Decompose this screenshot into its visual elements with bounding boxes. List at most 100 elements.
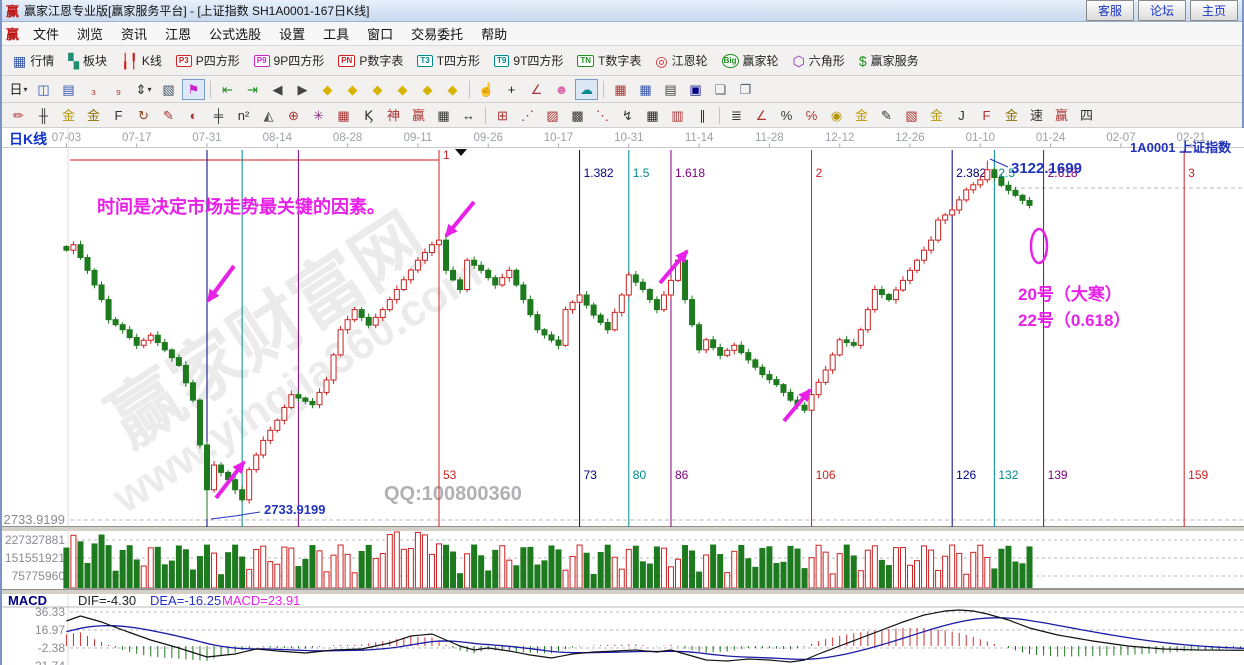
period-day-selector[interactable]: 日▾ [7, 79, 30, 100]
chart-canvas[interactable]: 2273278811515519217577596036.3316.97-2.3… [2, 128, 1244, 665]
gold-angle2-icon[interactable]: 金 [1000, 105, 1023, 126]
ying-angle-icon[interactable]: 赢 [1050, 105, 1073, 126]
dark-hatch-box-icon[interactable]: ▩ [566, 105, 589, 126]
image-export-icon[interactable]: ❏ [709, 79, 732, 100]
memo-icon[interactable]: ▤ [659, 79, 682, 100]
report-view-icon[interactable]: ▤ [57, 79, 80, 100]
title-bar[interactable]: 赢 赢家江恩专业版[赢家服务平台] - [上证指数 SH1A0001-167日K… [2, 0, 1242, 22]
crosshair-tool-icon[interactable]: + [500, 79, 523, 100]
solar-term-note-line1[interactable]: 20号（大寒） [1018, 284, 1122, 304]
price-grid-icon[interactable]: ▦ [332, 105, 355, 126]
percent-line-icon[interactable]: ℅ [800, 105, 823, 126]
ying-grid-icon[interactable]: 赢 [407, 105, 430, 126]
gold-hlines-icon[interactable]: 金 [850, 105, 873, 126]
menu-window[interactable]: 窗口 [358, 22, 402, 45]
star-burst-icon[interactable]: ✳ [307, 105, 330, 126]
small-3-chart-icon[interactable]: ₃ [82, 79, 105, 100]
kline-button[interactable]: ╽╿K线 [114, 50, 169, 71]
p-square-button[interactable]: P3P四方形 [169, 50, 247, 71]
wave-view-icon[interactable]: ◫ [32, 79, 55, 100]
candle-style-selector[interactable]: ⇕▾ [132, 79, 155, 100]
ruler-ticks-icon[interactable]: ≣ [725, 105, 748, 126]
shrink-right-icon[interactable]: ◆ [341, 79, 364, 100]
menu-file[interactable]: 文件 [24, 22, 68, 45]
winner-service-button[interactable]: $赢家服务 [852, 50, 926, 71]
speed-angle-icon[interactable]: 速 [1025, 105, 1048, 126]
f-angle-icon[interactable]: F [975, 105, 998, 126]
sectors-button[interactable]: ▚板块 [61, 50, 114, 71]
gold-angle-icon[interactable]: 金 [925, 105, 948, 126]
triangle-tool-icon[interactable]: ◭ [257, 105, 280, 126]
gold-circle-icon[interactable]: ◉ [825, 105, 848, 126]
fan-lines-icon[interactable]: ⋰ [516, 105, 539, 126]
calendar-icon[interactable]: ▦ [609, 79, 632, 100]
cloud-tool-icon[interactable]: ☁ [575, 79, 598, 100]
first-bar-icon[interactable]: ⇤ [216, 79, 239, 100]
zigzag-icon[interactable]: ↯ [616, 105, 639, 126]
shrink-left-icon[interactable]: ◆ [316, 79, 339, 100]
last-bar-icon[interactable]: ⇥ [241, 79, 264, 100]
9p-square-button[interactable]: P99P四方形 [247, 50, 331, 71]
fibonacci-lines-icon[interactable]: F [107, 105, 130, 126]
next-bar-icon[interactable]: ▶ [291, 79, 314, 100]
time-note-text[interactable]: 时间是决定市场走势最关键的因素。 [97, 196, 385, 217]
number-grid-icon[interactable]: ▦ [432, 105, 455, 126]
prev-bar-icon[interactable]: ◀ [266, 79, 289, 100]
hatch-box-icon[interactable]: ▨ [541, 105, 564, 126]
fit-screen-icon[interactable]: ◆ [441, 79, 464, 100]
hexagon-button[interactable]: ⬡六角形 [786, 50, 852, 71]
compress-x-icon[interactable]: ◆ [391, 79, 414, 100]
slant-lines-icon[interactable]: ∥ [691, 105, 714, 126]
menu-info[interactable]: 资讯 [112, 22, 156, 45]
macd-indicator-label[interactable]: MACD [8, 593, 47, 608]
percent-icon[interactable]: % [775, 105, 798, 126]
solar-term-note-line2[interactable]: 22号（0.618） [1018, 310, 1130, 330]
square-of-nine-icon[interactable]: n² [232, 105, 255, 126]
circle-cross-icon[interactable]: ⊕ [282, 105, 305, 126]
menu-help[interactable]: 帮助 [472, 22, 516, 45]
expand-all-icon[interactable]: ◆ [416, 79, 439, 100]
shen-grid-icon[interactable]: 神 [382, 105, 405, 126]
menu-gann[interactable]: 江恩 [156, 22, 200, 45]
save-icon[interactable]: ▣ [684, 79, 707, 100]
width-arrows-icon[interactable]: ↔ [457, 105, 480, 126]
j-angle-icon[interactable]: J [950, 105, 973, 126]
pen-lines-icon[interactable]: ✎ [875, 105, 898, 126]
kline-pattern-icon[interactable]: ▧ [157, 79, 180, 100]
gann-clock-icon[interactable]: ◐ [182, 105, 205, 126]
grid-lines-icon[interactable]: ╪ [207, 105, 230, 126]
frame-tool-icon[interactable]: ⊞ [491, 105, 514, 126]
t-square-button[interactable]: T3T四方形 [410, 50, 487, 71]
p-number-table-button[interactable]: PNP数字表 [331, 50, 410, 71]
angle-measure-icon[interactable]: ∠ [525, 79, 548, 100]
grid-red-icon[interactable]: ▥ [666, 105, 689, 126]
quotes-button[interactable]: ▦行情 [6, 50, 61, 71]
angle-grid-icon[interactable]: ▧ [900, 105, 923, 126]
t-number-table-button[interactable]: TNT数字表 [570, 50, 648, 71]
hline-segments-icon[interactable]: ╫ [32, 105, 55, 126]
hand-tool-icon[interactable]: ☝ [475, 79, 498, 100]
service-button[interactable]: 客服 [1086, 0, 1134, 21]
menu-settings[interactable]: 设置 [270, 22, 314, 45]
four-angle-icon[interactable]: 四 [1075, 105, 1098, 126]
home-button[interactable]: 主页 [1190, 0, 1238, 21]
9t-square-button[interactable]: T99T四方形 [487, 50, 570, 71]
spiral-icon[interactable]: ↻ [132, 105, 155, 126]
percent-angle-icon[interactable]: ∠ [750, 105, 773, 126]
winner-wheel-button[interactable]: Big赢家轮 [715, 50, 786, 71]
grid-black-icon[interactable]: ▦ [641, 105, 664, 126]
print-icon[interactable]: ❐ [734, 79, 757, 100]
gann-face-icon[interactable]: ☻ [550, 79, 573, 100]
gann-wheel-button[interactable]: ◎江恩轮 [648, 50, 714, 71]
small-9-chart-icon[interactable]: ₉ [107, 79, 130, 100]
menu-tools[interactable]: 工具 [314, 22, 358, 45]
calculator-icon[interactable]: ▦ [634, 79, 657, 100]
menu-trade[interactable]: 交易委托 [402, 22, 472, 45]
brush-icon[interactable]: ✎ [157, 105, 180, 126]
expand-x-icon[interactable]: ◆ [366, 79, 389, 100]
fan-lines2-icon[interactable]: ⋱ [591, 105, 614, 126]
gold-extension-lines-icon[interactable]: 金 [82, 105, 105, 126]
k-marks-icon[interactable]: Ϗ [357, 105, 380, 126]
forum-button[interactable]: 论坛 [1138, 0, 1186, 21]
color-analysis-icon[interactable]: ⚑ [182, 79, 205, 100]
